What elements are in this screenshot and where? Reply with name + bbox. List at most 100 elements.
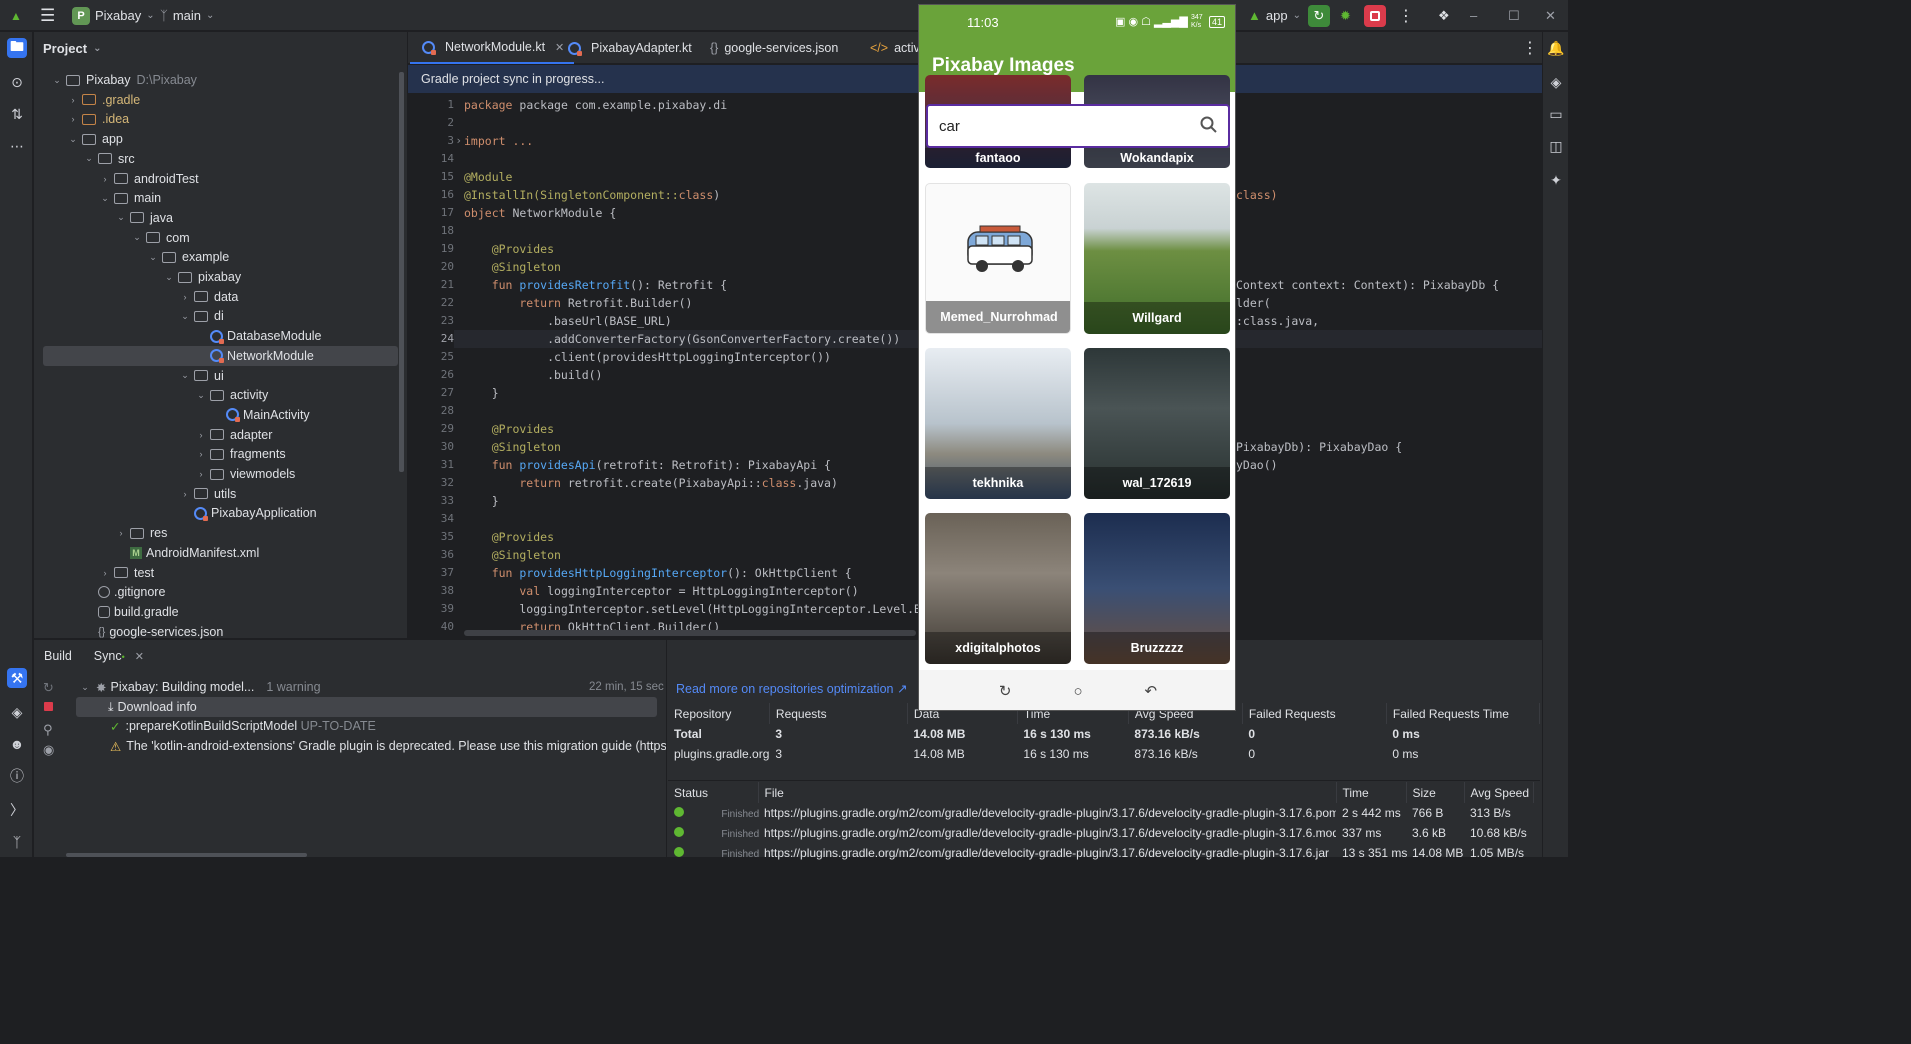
- more-actions-icon[interactable]: ⋮: [1398, 0, 1414, 31]
- commit-icon[interactable]: ⊙: [7, 72, 27, 92]
- recents-icon[interactable]: ↻: [999, 682, 1012, 700]
- tree-item[interactable]: › .idea: [34, 109, 407, 129]
- tree-item[interactable]: build.gradle: [34, 602, 407, 622]
- tree-item[interactable]: NetworkModule: [43, 345, 398, 366]
- expand-toggle-icon[interactable]: ⌄: [82, 153, 96, 164]
- expand-toggle-icon[interactable]: ›: [194, 449, 208, 459]
- pull-request-icon[interactable]: ⇅: [7, 104, 27, 124]
- expand-toggle-icon[interactable]: ⌄: [178, 311, 192, 322]
- tree-item[interactable]: ⌄ src: [34, 149, 407, 169]
- device-manager-icon[interactable]: ▭: [1546, 104, 1566, 124]
- project-switcher[interactable]: P Pixabay ⌄: [72, 0, 155, 31]
- problems-icon[interactable]: ⓘ: [7, 766, 27, 786]
- table-row[interactable]: Total 3 14.08 MB 16 s 130 ms 873.16 kB/s 0 0 m…: [668, 724, 1540, 744]
- image-card[interactable]: Bruzzzzz: [1084, 513, 1230, 664]
- expand-toggle-icon[interactable]: ›: [66, 95, 80, 105]
- fold-icon[interactable]: ›: [452, 134, 462, 147]
- tree-item[interactable]: ⌄ app: [34, 129, 407, 149]
- expand-toggle-icon[interactable]: ⌄: [194, 390, 208, 401]
- tree-item[interactable]: › data: [34, 287, 407, 307]
- main-menu-icon[interactable]: ☰: [40, 0, 55, 31]
- tree-item[interactable]: › viewmodels: [34, 464, 407, 484]
- column-header[interactable]: Failed Requests Time: [1386, 703, 1541, 724]
- expand-toggle-icon[interactable]: ⌄: [162, 272, 176, 283]
- tab-pixabayadapter[interactable]: PixabayAdapter.kt: [556, 32, 702, 64]
- image-card[interactable]: Memed_Nurrohmad: [925, 183, 1071, 334]
- column-header[interactable]: Avg Speed: [1464, 782, 1534, 803]
- tree-item[interactable]: PixabayApplication: [34, 503, 407, 523]
- rerun-icon[interactable]: ↻: [1308, 4, 1330, 27]
- stop-build-icon[interactable]: [44, 702, 53, 711]
- tree-item[interactable]: › androidTest: [34, 169, 407, 189]
- tree-item[interactable]: › fragments: [34, 444, 407, 464]
- close-tab-icon[interactable]: ✕: [135, 650, 144, 663]
- tab-google-services[interactable]: {} google-services.json: [700, 32, 848, 64]
- column-header[interactable]: File: [758, 782, 1337, 803]
- expand-toggle-icon[interactable]: ›: [98, 568, 112, 578]
- tree-item[interactable]: › .gradle: [34, 90, 407, 110]
- minimize-icon[interactable]: –: [1470, 0, 1477, 31]
- column-header[interactable]: Failed Requests: [1242, 703, 1387, 724]
- tree-item[interactable]: › adapter: [34, 425, 407, 445]
- repo-optimization-link[interactable]: Read more on repositories optimization ↗: [676, 678, 907, 698]
- logcat-icon[interactable]: ☻: [7, 734, 27, 754]
- folder-icon[interactable]: 🖿: [7, 38, 27, 58]
- expand-toggle-icon[interactable]: ⌄: [146, 252, 160, 263]
- download-info-row[interactable]: ⤓ Download info: [76, 697, 657, 717]
- search-input[interactable]: car: [926, 104, 1230, 148]
- refresh-icon[interactable]: ↻: [43, 680, 54, 696]
- horizontal-scrollbar[interactable]: [66, 853, 307, 857]
- expand-toggle-icon[interactable]: ›: [178, 489, 192, 499]
- project-panel-header[interactable]: Project ⌄: [34, 32, 407, 64]
- tree-item[interactable]: ⌄ main: [34, 188, 407, 208]
- branch-switcher[interactable]: ᛉ main ⌄: [160, 0, 214, 31]
- ai-assistant-icon[interactable]: ❖: [1438, 0, 1450, 31]
- back-icon[interactable]: ↶: [1145, 682, 1158, 700]
- tree-item[interactable]: M AndroidManifest.xml: [34, 543, 407, 563]
- column-header[interactable]: Repository: [668, 703, 770, 724]
- tab-sync[interactable]: Sync•: [94, 649, 125, 663]
- column-header[interactable]: Time: [1336, 782, 1407, 803]
- expand-toggle-icon[interactable]: ⌄: [50, 75, 64, 86]
- expand-toggle-icon[interactable]: ⌄: [178, 370, 192, 381]
- tree-item[interactable]: DatabaseModule: [34, 326, 407, 346]
- gemini-icon[interactable]: ✦: [1546, 170, 1566, 190]
- table-row[interactable]: plugins.gradle.org 3 14.08 MB 16 s 130 ms 87…: [668, 744, 1540, 764]
- image-card[interactable]: xdigitalphotos: [925, 513, 1071, 664]
- tree-item[interactable]: › res: [34, 523, 407, 543]
- home-icon[interactable]: ○: [1073, 683, 1082, 700]
- expand-toggle-icon[interactable]: ⌄: [130, 232, 144, 243]
- column-header[interactable]: Size: [1406, 782, 1465, 803]
- expand-toggle-icon[interactable]: ›: [194, 469, 208, 479]
- build-root-row[interactable]: ⌄ ✸ Pixabay: Building model... 1 warning: [78, 677, 320, 697]
- tree-item[interactable]: ⌄ di: [34, 306, 407, 326]
- expand-toggle-icon[interactable]: ›: [66, 114, 80, 124]
- task-row[interactable]: ✓:prepareKotlinBuildScriptModel UP-TO-DA…: [110, 716, 376, 736]
- column-header[interactable]: Status: [668, 782, 759, 803]
- gradle-side-icon[interactable]: ◈: [1546, 72, 1566, 92]
- tree-item[interactable]: ⌄ ui: [34, 366, 407, 386]
- warning-row[interactable]: ⚠ The 'kotlin-android-extensions' Gradle …: [110, 736, 666, 756]
- expand-toggle-icon[interactable]: ›: [194, 430, 208, 440]
- expand-toggle-icon[interactable]: ›: [178, 292, 192, 302]
- tab-options-icon[interactable]: ⋮: [1512, 32, 1548, 64]
- tree-item[interactable]: .gitignore: [34, 582, 407, 602]
- tree-scrollbar[interactable]: [399, 72, 404, 472]
- run-config-selector[interactable]: ▲ app ⌄: [1248, 0, 1301, 31]
- tree-item[interactable]: › test: [34, 563, 407, 583]
- tree-item[interactable]: ⌄ pixabay: [34, 267, 407, 287]
- tab-networkmodule[interactable]: NetworkModule.kt ✕: [410, 32, 575, 64]
- running-devices-icon[interactable]: ◫: [1546, 136, 1566, 156]
- tree-item[interactable]: › utils: [34, 484, 407, 504]
- tree-item[interactable]: ⌄ com: [34, 228, 407, 248]
- horizontal-scrollbar[interactable]: [464, 630, 916, 636]
- expand-toggle-icon[interactable]: ›: [98, 174, 112, 184]
- column-header[interactable]: Requests: [769, 703, 908, 724]
- table-row[interactable]: Finished https://plugins.gradle.org/m2/co…: [668, 803, 1534, 823]
- pin-icon[interactable]: ⚲: [43, 722, 53, 738]
- tree-item[interactable]: ⌄ java: [34, 208, 407, 228]
- expand-toggle-icon[interactable]: ⌄: [114, 212, 128, 223]
- expand-toggle-icon[interactable]: ⌄: [66, 134, 80, 145]
- maximize-icon[interactable]: ☐: [1508, 0, 1520, 31]
- table-row[interactable]: Finished https://plugins.gradle.org/m2/co…: [668, 843, 1534, 863]
